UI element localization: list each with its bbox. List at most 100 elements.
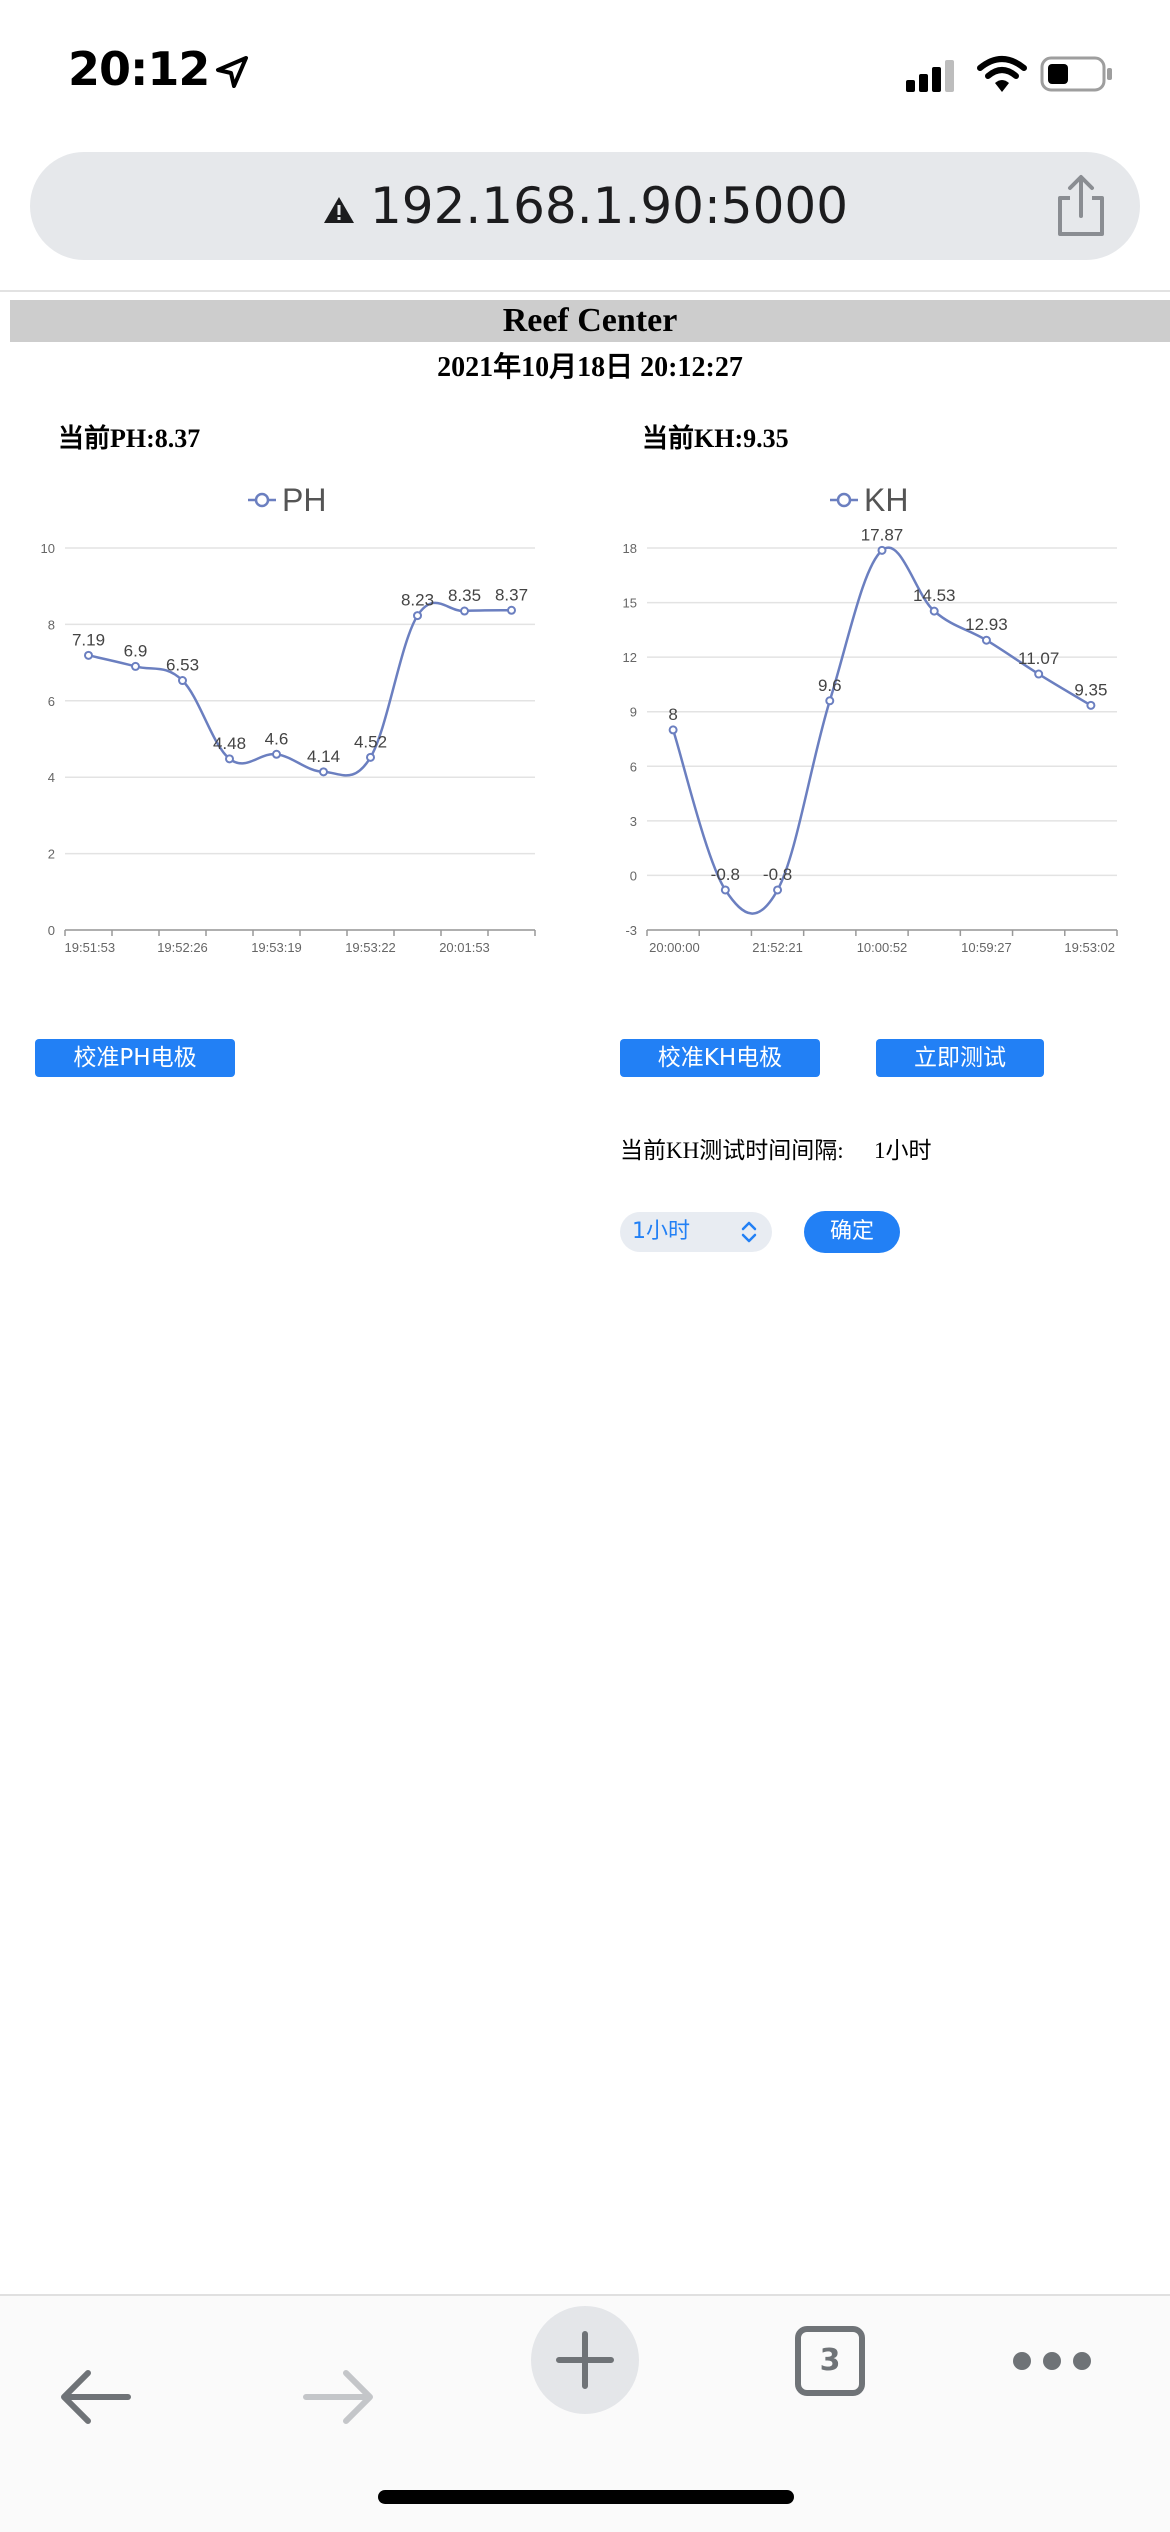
kh-chart-legend-marker xyxy=(836,492,852,508)
wifi-icon xyxy=(977,56,1027,92)
ph-chart-data-label: 8.35 xyxy=(448,586,481,605)
url-text: 192.168.1.90:5000 xyxy=(369,177,849,235)
ph-chart-data-point xyxy=(460,606,469,616)
ph-chart-data-label: 4.6 xyxy=(265,729,289,748)
page-datetime: 2021年10月18日 20:12:27 xyxy=(437,352,743,383)
kh-chart-data-point xyxy=(773,885,783,895)
ph-chart-y-tick-label: 8 xyxy=(48,617,55,632)
kh-chart-data-point xyxy=(1034,669,1044,679)
status-clock: 20:12 xyxy=(68,42,210,96)
kh-chart-legend: KH xyxy=(830,482,908,518)
ph-chart-legend: PH xyxy=(248,482,326,518)
kh-chart-y-tick-label: 0 xyxy=(630,868,637,883)
back-arrow-icon[interactable] xyxy=(56,2362,136,2432)
kh-chart-data-label: 9.6 xyxy=(818,676,842,695)
address-bar[interactable]: 192.168.1.90:5000 xyxy=(30,152,1140,260)
ph-chart-data-label: 6.53 xyxy=(166,656,199,675)
interval-select[interactable]: 1小时 xyxy=(620,1212,772,1252)
home-indicator xyxy=(378,2490,794,2504)
more-options-icon[interactable] xyxy=(1010,2346,1094,2376)
ph-chart-x-tick-label: 19:52:26 xyxy=(157,940,208,955)
cellular-signal-icon xyxy=(906,60,954,92)
ph-chart-y-tick-label: 6 xyxy=(48,694,55,709)
ph-chart-data-label: 4.14 xyxy=(307,747,340,766)
ph-chart-data-label: 8.23 xyxy=(401,591,434,610)
kh-chart-data-label: 9.35 xyxy=(1074,680,1107,699)
ph-chart-y-tick-label: 2 xyxy=(48,847,55,862)
url-field[interactable]: 192.168.1.90:5000 xyxy=(30,152,1140,260)
ph-chart-y-tick-label: 4 xyxy=(48,770,55,785)
test-now-button[interactable]: 立即测试 xyxy=(876,1039,1044,1077)
ph-chart-x-tick-label: 20:01:53 xyxy=(439,940,490,955)
ph-chart-data-point xyxy=(178,676,187,686)
kh-chart-x-tick-label: 10:59:27 xyxy=(961,940,1012,955)
kh-chart-y-tick-label: 3 xyxy=(630,814,637,829)
select-chevron-icon xyxy=(741,1221,757,1243)
ph-chart-data-point xyxy=(507,605,516,615)
new-tab-button[interactable] xyxy=(531,2306,639,2414)
kh-chart-x-tick-label: 19:53:02 xyxy=(1064,940,1115,955)
ph-chart-y-tick-label: 10 xyxy=(41,541,55,556)
ph-chart-data-label: 7.19 xyxy=(72,630,105,649)
ph-chart-data-point xyxy=(225,754,234,764)
kh-reading: 当前KH:9.35 xyxy=(642,424,789,453)
kh-chart-data-label: -0.8 xyxy=(711,865,740,884)
interval-label: 当前KH测试时间间隔: xyxy=(620,1138,844,1163)
confirm-button[interactable]: 确定 xyxy=(804,1211,900,1253)
location-arrow-icon xyxy=(216,56,248,88)
kh-chart-data-label: 12.93 xyxy=(965,615,1008,634)
kh-chart-data-label: 8 xyxy=(668,705,677,724)
kh-chart-data-label: -0.8 xyxy=(763,865,792,884)
kh-chart-data-point xyxy=(1086,700,1096,710)
calibrate-ph-button[interactable]: 校准PH电极 xyxy=(35,1039,235,1077)
kh-chart-data-point xyxy=(877,545,887,555)
kh-chart-y-tick-label: 15 xyxy=(623,596,637,611)
ph-chart-series-line xyxy=(88,601,512,777)
interval-value: 1小时 xyxy=(874,1138,932,1163)
ph-reading: 当前PH:8.37 xyxy=(58,424,201,453)
battery-icon xyxy=(1040,56,1112,92)
page-title: Reef Center xyxy=(502,302,678,339)
status-bar: 20:12 xyxy=(0,0,1170,140)
kh-chart-y-tick-label: 6 xyxy=(630,759,637,774)
kh-chart-x-tick-label: 20:00:00 xyxy=(649,940,700,955)
tab-count: 3 xyxy=(819,2343,841,2378)
ph-chart-data-point xyxy=(413,611,422,621)
kh-chart-y-tick-label: 12 xyxy=(623,650,637,665)
forward-arrow-icon[interactable] xyxy=(298,2362,378,2432)
kh-chart-data-point xyxy=(720,885,730,895)
kh-chart-y-tick-label: 18 xyxy=(623,541,637,556)
ph-chart-data-point xyxy=(366,752,375,762)
kh-chart-data-point xyxy=(668,725,678,735)
ph-chart-y-tick-label: 0 xyxy=(48,923,55,938)
ph-chart-data-point xyxy=(84,650,93,660)
kh-chart-data-point xyxy=(825,696,835,706)
kh-chart-y-tick-label: 9 xyxy=(630,705,637,720)
kh-chart-data-point xyxy=(981,635,991,645)
kh-chart-x-tick-label: 21:52:21 xyxy=(752,940,803,955)
kh-chart: KH -3 0 3 6 9 12 15 18 20:00:00 21:52:21 10:00:52 10… xyxy=(623,482,1118,955)
kh-chart-data-label: 17.87 xyxy=(861,525,904,544)
ph-chart-data-label: 4.52 xyxy=(354,732,387,751)
kh-chart-data-point xyxy=(929,606,939,616)
ph-chart-legend-label: PH xyxy=(282,482,326,518)
ph-chart-x-tick-label: 19:53:19 xyxy=(251,940,302,955)
tabs-button[interactable]: 3 xyxy=(795,2326,865,2396)
ph-chart-data-point xyxy=(131,661,140,671)
kh-chart-data-label: 11.07 xyxy=(1018,649,1059,668)
not-secure-warning-icon xyxy=(323,196,354,223)
ph-chart-data-label: 4.48 xyxy=(213,734,246,753)
kh-chart-legend-label: KH xyxy=(864,482,908,518)
ph-chart-legend-marker xyxy=(254,492,270,508)
kh-chart-y-tick-label: -3 xyxy=(625,923,637,938)
calibrate-kh-button[interactable]: 校准KH电极 xyxy=(620,1039,820,1077)
ph-chart-x-tick-label: 19:51:53 xyxy=(65,940,116,955)
address-bar-divider xyxy=(0,290,1170,292)
ph-chart-data-point xyxy=(319,767,328,777)
ph-chart: PH 0 2 4 6 8 10 19:51:53 19:52:26 19:53:19 19:53:2… xyxy=(41,482,536,955)
ph-chart-data-label: 6.9 xyxy=(124,641,148,660)
share-icon[interactable] xyxy=(1046,172,1116,242)
ph-chart-data-point xyxy=(272,749,281,759)
kh-chart-data-label: 14.53 xyxy=(913,586,956,605)
ph-chart-x-tick-label: 19:53:22 xyxy=(345,940,396,955)
